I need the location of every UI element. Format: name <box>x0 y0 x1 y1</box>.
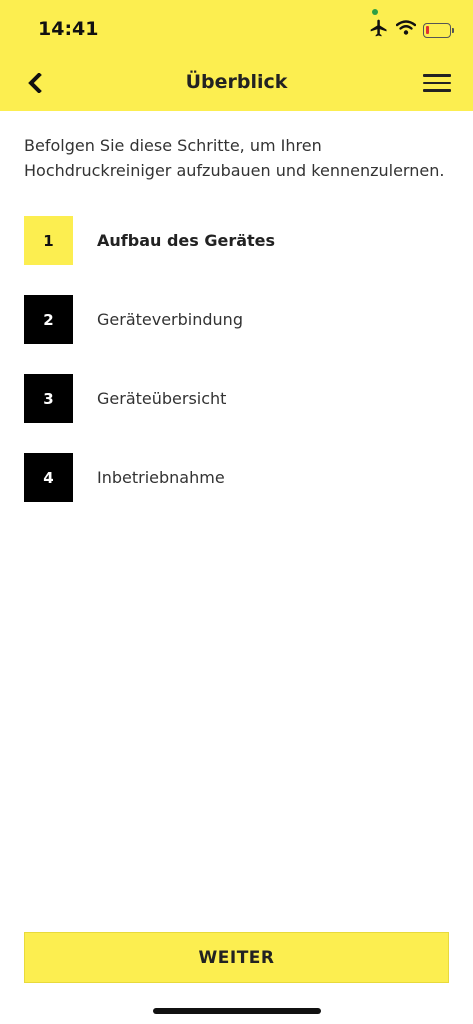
app-header: 14:41 Überblick <box>0 0 473 111</box>
step-label: Aufbau des Gerätes <box>97 231 276 250</box>
menu-line <box>423 89 451 92</box>
status-icons <box>369 18 454 42</box>
step-item-verbindung[interactable]: 2 Geräteverbindung <box>24 295 449 344</box>
step-number-badge: 3 <box>24 374 73 423</box>
intro-text: Befolgen Sie diese Schritte, um Ihren Ho… <box>24 136 445 180</box>
step-number-badge: 2 <box>24 295 73 344</box>
next-button[interactable]: WEITER <box>24 932 449 983</box>
battery-level <box>426 25 429 34</box>
step-label: Geräteverbindung <box>97 310 243 329</box>
battery-tip <box>452 27 454 33</box>
step-item-uebersicht[interactable]: 3 Geräteübersicht <box>24 374 449 423</box>
battery-low-icon <box>423 22 454 38</box>
menu-line <box>423 81 451 85</box>
step-label: Inbetriebnahme <box>97 468 225 487</box>
home-indicator[interactable] <box>153 1008 321 1014</box>
step-label: Geräteübersicht <box>97 389 227 408</box>
step-number-badge: 1 <box>24 216 73 265</box>
step-number-badge: 4 <box>24 453 73 502</box>
wifi-icon <box>395 20 417 40</box>
status-time: 14:41 <box>38 18 99 40</box>
location-indicator-dot <box>372 9 378 15</box>
step-item-aufbau[interactable]: 1 Aufbau des Gerätes <box>24 216 449 265</box>
step-list: 1 Aufbau des Gerätes 2 Geräteverbindung … <box>24 216 449 532</box>
step-item-inbetriebnahme[interactable]: 4 Inbetriebnahme <box>24 453 449 502</box>
hamburger-menu-icon[interactable] <box>423 70 451 96</box>
airplane-icon <box>369 18 389 42</box>
page-title: Überblick <box>185 71 288 93</box>
menu-line <box>423 74 451 77</box>
